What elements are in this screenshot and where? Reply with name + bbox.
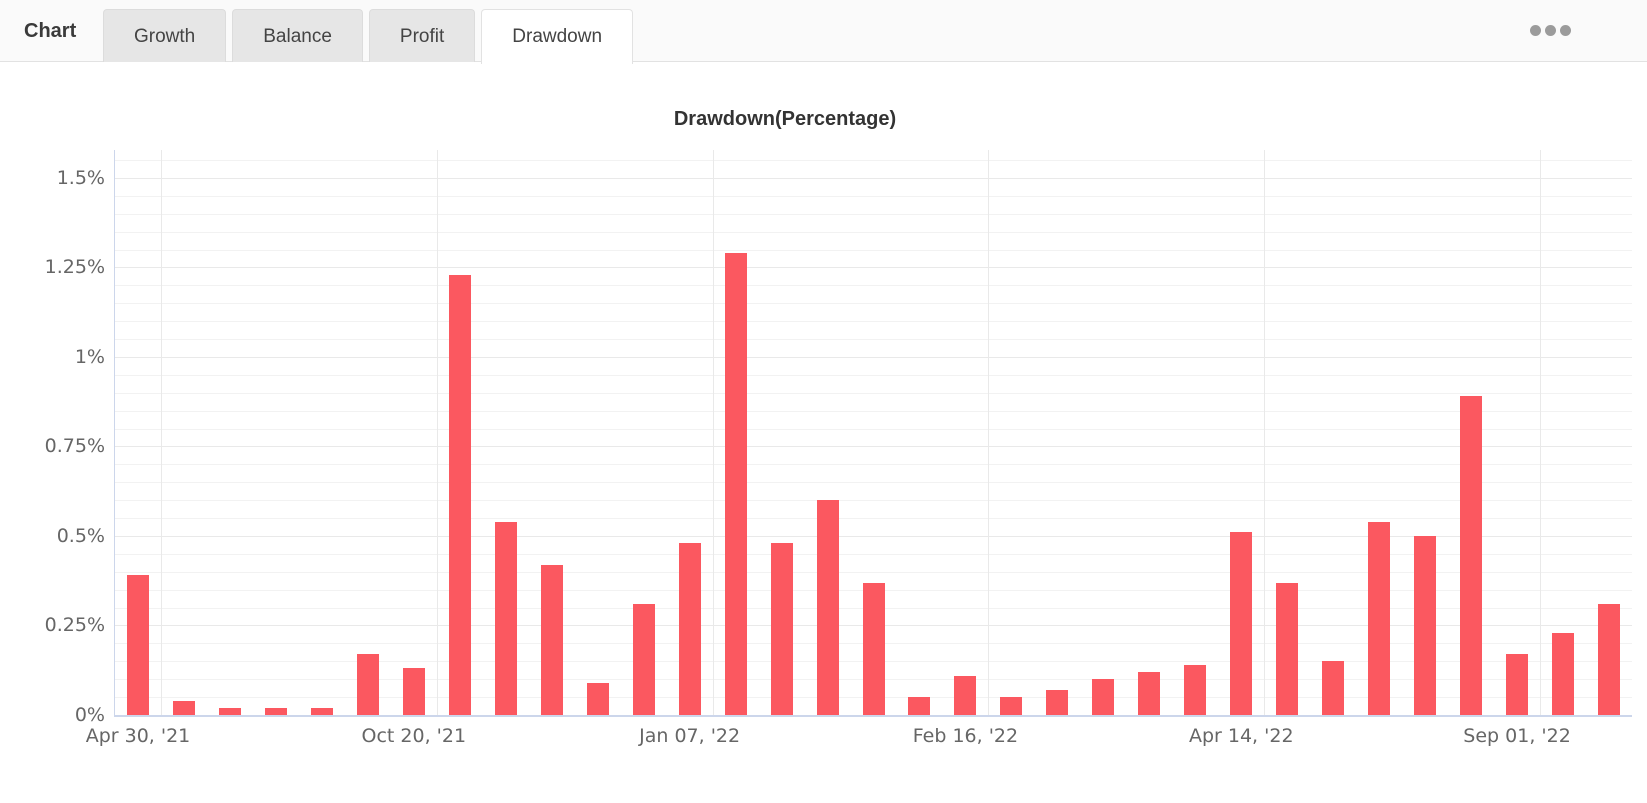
x-axis-labels: Apr 30, '21 Oct 20, '21 Jan 07, '22 Feb 16,…	[86, 725, 1632, 755]
minor-gridline	[115, 195, 1632, 197]
y-axis-tick-label: 0.75%	[44, 435, 105, 458]
drawdown-bar[interactable]	[1138, 672, 1161, 715]
drawdown-bar[interactable]	[402, 668, 425, 715]
minor-gridline	[115, 249, 1632, 251]
y-axis-tick-label: 1%	[74, 345, 105, 368]
minor-gridline	[115, 160, 1632, 162]
drawdown-bar[interactable]	[1322, 661, 1345, 715]
vertical-gridline	[988, 150, 990, 715]
more-options-button[interactable]	[1526, 21, 1575, 40]
drawdown-bar[interactable]	[448, 274, 471, 715]
drawdown-bar[interactable]	[1000, 697, 1023, 715]
drawdown-bar[interactable]	[816, 500, 839, 715]
minor-gridline	[115, 231, 1632, 233]
drawdown-bar[interactable]	[172, 700, 195, 715]
drawdown-bar[interactable]	[1598, 604, 1620, 715]
drawdown-bar[interactable]	[218, 707, 241, 715]
minor-gridline	[115, 392, 1632, 394]
minor-gridline	[115, 303, 1632, 305]
drawdown-bar[interactable]	[1230, 532, 1253, 715]
minor-gridline	[115, 518, 1632, 520]
y-axis-line	[114, 150, 115, 715]
y-axis-tick-label: 0.25%	[44, 614, 105, 637]
minor-gridline	[115, 213, 1632, 215]
panel-title: Chart	[24, 20, 77, 42]
x-axis-tick-label: Sep 01, '22	[1463, 725, 1571, 747]
drawdown-bar[interactable]	[1046, 689, 1069, 715]
major-gridline	[115, 446, 1632, 448]
major-gridline	[115, 177, 1632, 179]
drawdown-bar[interactable]	[954, 675, 977, 715]
minor-gridline	[115, 374, 1632, 376]
drawdown-bar[interactable]	[770, 543, 793, 715]
drawdown-bar[interactable]	[540, 564, 563, 715]
drawdown-bar[interactable]	[908, 697, 931, 715]
vertical-gridline	[160, 150, 162, 715]
drawdown-bar[interactable]	[1506, 654, 1529, 715]
ellipsis-icon	[1530, 25, 1541, 36]
major-gridline	[115, 535, 1632, 537]
x-axis-tick-label: Feb 16, '22	[912, 725, 1019, 747]
minor-gridline	[115, 285, 1632, 287]
tab-profit[interactable]: Profit	[368, 9, 476, 63]
drawdown-bar[interactable]	[1276, 582, 1299, 715]
drawdown-bar[interactable]	[494, 521, 517, 715]
ellipsis-icon	[1560, 25, 1571, 36]
x-axis-tick-label: Oct 20, '21	[361, 725, 467, 747]
chart-title: Drawdown(Percentage)	[673, 108, 897, 130]
drawdown-bar[interactable]	[1414, 535, 1437, 715]
minor-gridline	[115, 482, 1632, 484]
drawdown-chart: Drawdown(Percentage) 0% 0.25% 0.5% 0.75% 1% 1…	[0, 62, 1647, 803]
drawdown-bar[interactable]	[678, 543, 701, 715]
drawdown-bar[interactable]	[264, 707, 287, 715]
vertical-gridline	[712, 150, 714, 715]
tab-drawdown[interactable]: Drawdown	[481, 9, 634, 64]
drawdown-bar[interactable]	[1368, 521, 1391, 715]
drawdown-bar[interactable]	[1092, 679, 1115, 715]
drawdown-bar[interactable]	[356, 654, 379, 715]
ellipsis-icon	[1545, 25, 1556, 36]
minor-gridline	[115, 410, 1632, 412]
y-axis-tick-label: 0.5%	[56, 524, 105, 547]
minor-gridline	[115, 464, 1632, 466]
minor-gridline	[115, 553, 1632, 555]
drawdown-bar[interactable]	[1184, 664, 1207, 715]
minor-gridline	[115, 339, 1632, 341]
x-axis-tick-label: Jan 07, '22	[639, 725, 741, 747]
y-axis-tick-label: 1.25%	[44, 256, 105, 279]
x-axis-tick-label: Apr 30, '21	[85, 725, 191, 747]
tab-balance[interactable]: Balance	[232, 9, 363, 63]
x-axis-tick-label: Apr 14, '22	[1188, 725, 1294, 747]
x-axis-line	[114, 715, 1632, 717]
minor-gridline	[115, 500, 1632, 502]
minor-gridline	[115, 428, 1632, 430]
drawdown-bar[interactable]	[310, 707, 333, 715]
minor-gridline	[115, 571, 1632, 573]
y-axis-labels: 0% 0.25% 0.5% 0.75% 1% 1.25% 1.5%	[0, 150, 105, 726]
minor-gridline	[115, 321, 1632, 323]
drawdown-bar[interactable]	[632, 604, 655, 715]
drawdown-bar[interactable]	[1460, 396, 1483, 715]
drawdown-bar[interactable]	[1552, 632, 1575, 715]
vertical-gridline	[1540, 150, 1542, 715]
drawdown-bar[interactable]	[126, 575, 149, 715]
major-gridline	[115, 267, 1632, 269]
tab-bar: Growth Balance Profit Drawdown	[103, 8, 639, 64]
y-axis-tick-label: 0%	[74, 704, 105, 726]
y-axis-tick-label: 1.5%	[56, 166, 105, 189]
major-gridline	[115, 356, 1632, 358]
drawdown-bar[interactable]	[586, 682, 609, 715]
drawdown-bar[interactable]	[862, 582, 885, 715]
plot-area	[114, 150, 1632, 717]
panel-header: Chart Growth Balance Profit Drawdown	[0, 0, 1647, 64]
tab-growth[interactable]: Growth	[103, 9, 227, 63]
vertical-gridline	[1264, 150, 1266, 715]
vertical-gridline	[436, 150, 438, 715]
drawdown-bar[interactable]	[724, 253, 747, 715]
